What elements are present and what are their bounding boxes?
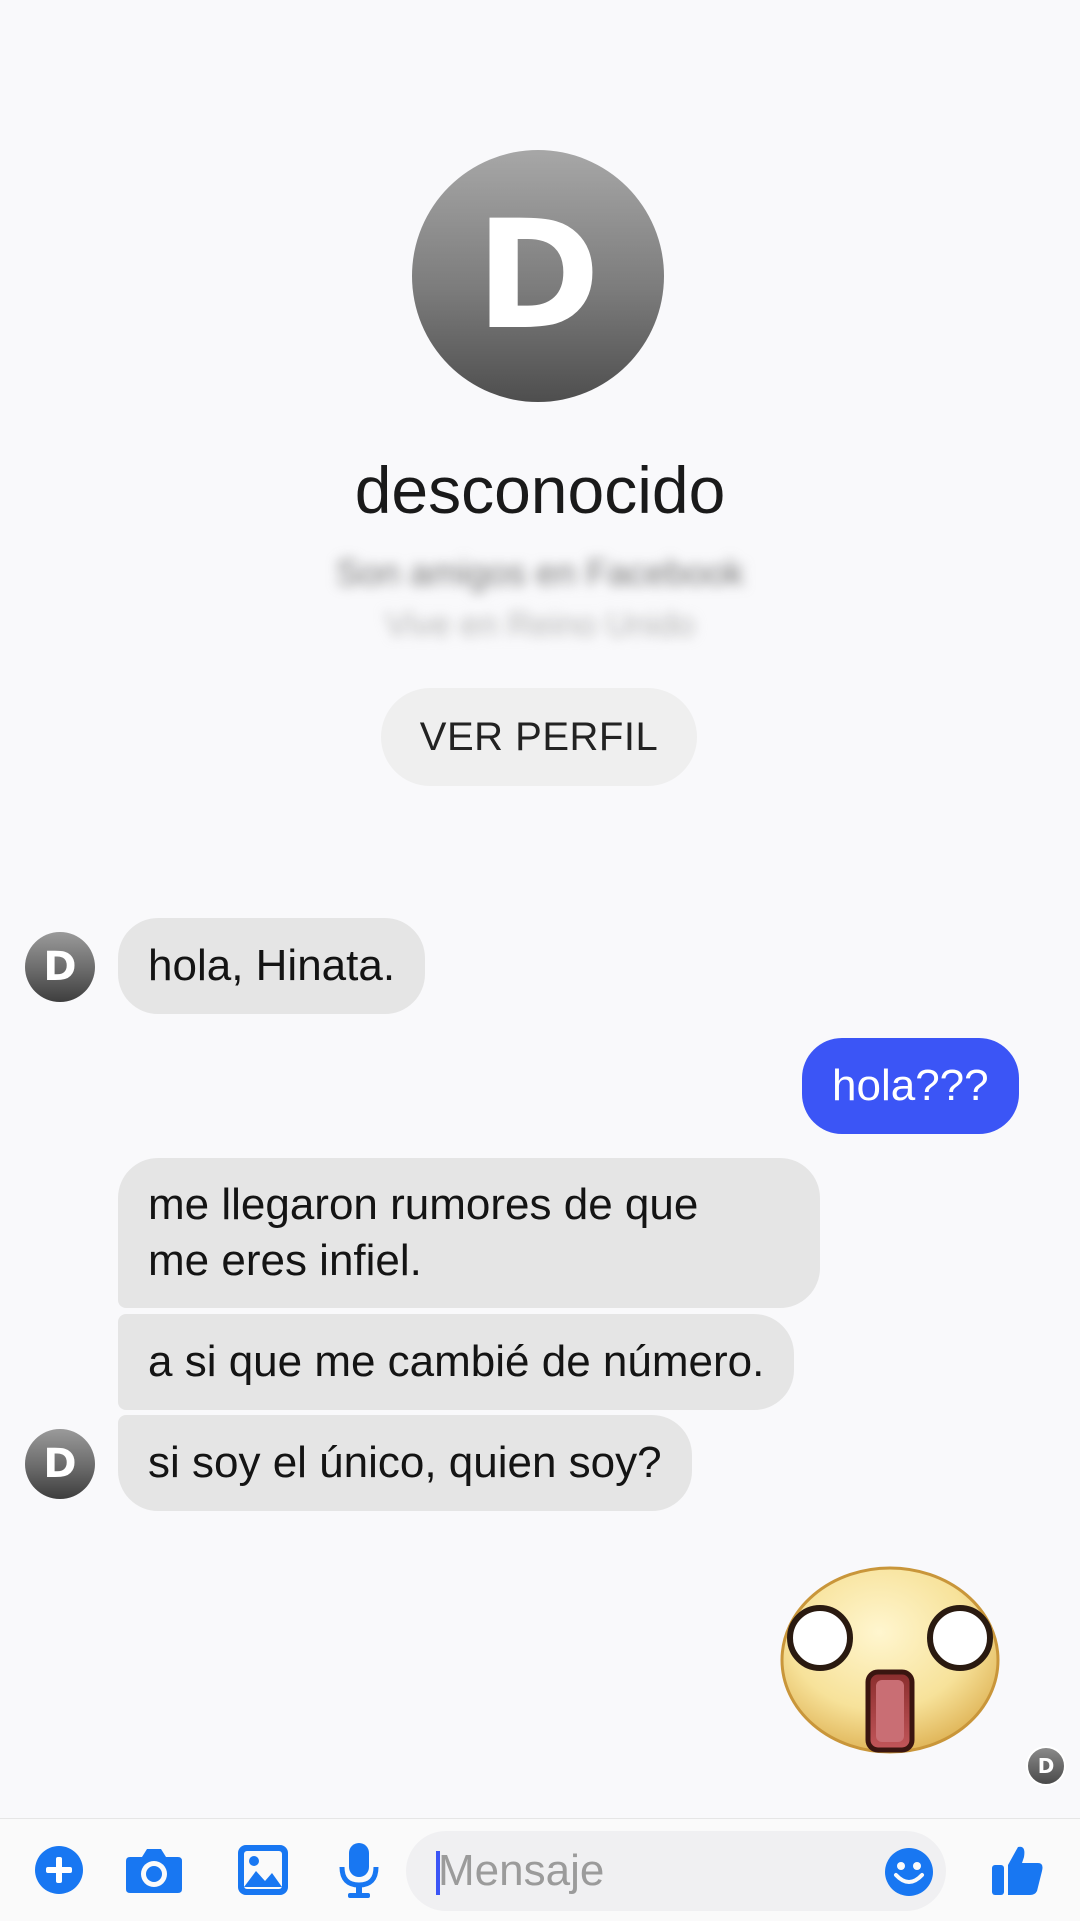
message-input[interactable]: Mensaje xyxy=(406,1831,946,1911)
view-profile-button[interactable]: VER PERFIL xyxy=(381,688,697,786)
message-bubble-incoming[interactable]: me llegaron rumores de que me eres infie… xyxy=(118,1158,820,1308)
message-input-placeholder: Mensaje xyxy=(438,1846,605,1895)
shocked-face-icon xyxy=(780,1566,1000,1754)
image-icon[interactable] xyxy=(236,1843,290,1902)
sender-avatar[interactable]: D xyxy=(25,1429,95,1499)
profile-avatar[interactable]: D xyxy=(412,150,664,402)
message-bubble-incoming[interactable]: hola, Hinata. xyxy=(118,918,426,1014)
message-composer: Mensaje xyxy=(0,1818,1080,1921)
profile-name: desconocido xyxy=(354,453,726,527)
message-bubble-outgoing[interactable]: hola??? xyxy=(802,1038,1019,1134)
profile-location-blurred: Vive en Reino Unido xyxy=(385,606,695,644)
emoji-icon[interactable] xyxy=(884,1847,934,1902)
profile-info-blurred: Son amigos en Facebook xyxy=(335,552,745,593)
camera-icon[interactable] xyxy=(124,1845,184,1900)
microphone-icon[interactable] xyxy=(338,1841,380,1904)
seen-indicator-avatar: D xyxy=(1026,1746,1066,1786)
message-bubble-incoming[interactable]: a si que me cambié de número. xyxy=(118,1314,795,1410)
shocked-face-sticker[interactable] xyxy=(774,1556,1006,1761)
plus-icon[interactable] xyxy=(34,1845,84,1900)
thumbs-up-icon[interactable] xyxy=(990,1843,1044,1902)
message-bubble-incoming[interactable]: si soy el único, quien soy? xyxy=(118,1415,692,1511)
sender-avatar[interactable]: D xyxy=(25,932,95,1002)
profile-avatar-initial: D xyxy=(475,189,601,363)
